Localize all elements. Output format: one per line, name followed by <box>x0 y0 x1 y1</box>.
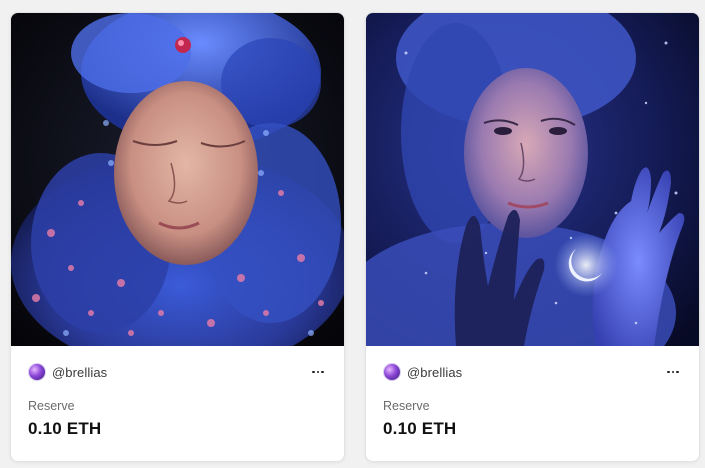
creator-row[interactable]: @brellias <box>28 362 327 382</box>
artwork-moon-hands-portrait[interactable] <box>366 13 699 346</box>
nft-card[interactable]: @brellias Reserve 0.10 ETH <box>365 12 700 462</box>
nft-card[interactable]: @brellias Reserve 0.10 ETH <box>10 12 345 462</box>
reserve-price: 0.10 ETH <box>383 419 457 438</box>
card-meta: @brellias Reserve 0.10 ETH <box>11 346 344 461</box>
reserve-label: Reserve <box>28 399 75 413</box>
avatar[interactable] <box>383 363 401 381</box>
avatar[interactable] <box>28 363 46 381</box>
auction-grid: @brellias Reserve 0.10 ETH @brellias Res… <box>0 0 705 468</box>
creator-handle[interactable]: @brellias <box>52 365 107 380</box>
creator-row[interactable]: @brellias <box>383 362 682 382</box>
reserve-label: Reserve <box>383 399 430 413</box>
reserve-price: 0.10 ETH <box>28 419 102 438</box>
creator-handle[interactable]: @brellias <box>407 365 462 380</box>
more-horizontal-icon[interactable] <box>664 363 682 381</box>
artwork-flower-portrait[interactable] <box>11 13 344 346</box>
card-meta: @brellias Reserve 0.10 ETH <box>366 346 699 461</box>
more-horizontal-icon[interactable] <box>309 363 327 381</box>
